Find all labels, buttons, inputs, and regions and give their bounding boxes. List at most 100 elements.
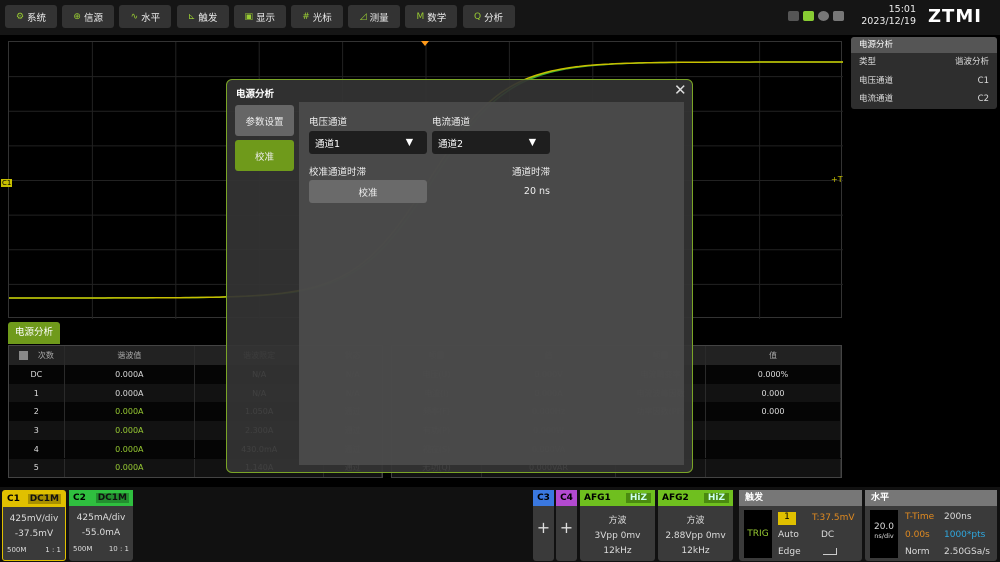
voltage-channel-select[interactable]: 通道1 ▼ xyxy=(309,131,427,154)
column-header: 值 xyxy=(706,346,841,365)
c4-label: C4 xyxy=(556,490,577,506)
summary-row[interactable]: 电流通道 C2 xyxy=(851,90,997,109)
trigger-title: 触发 xyxy=(739,490,862,506)
summary-key: 类型 xyxy=(859,57,877,67)
table-cell: 0.000A xyxy=(65,458,195,478)
channel-C1[interactable]: C1 DC1M 425mV/div -37.5mV 500M 1 : 1 xyxy=(2,490,66,561)
channel-delay-label: 通道时滞 xyxy=(511,167,550,178)
top-toolbar: ⚙ 系统 ⊕ 信源 ∿ 水平 ⊾ 触发 ▣ 显示 # 光标 ◿ 测量 M 数学 Q 分析 15:01 2023/12… xyxy=(0,0,1000,35)
table-cell: 0.000% xyxy=(706,365,841,384)
toolbar-button-0[interactable]: ⚙ 系统 xyxy=(5,5,57,28)
display-icon: ▣ xyxy=(244,11,254,22)
trigger-source: 1 xyxy=(778,512,796,525)
summary-key: 电流通道 xyxy=(859,94,894,104)
horizontal-title: 水平 xyxy=(865,490,997,506)
touch-icon[interactable] xyxy=(833,11,844,21)
table-cell: 2 xyxy=(9,402,65,422)
settings-icon[interactable] xyxy=(18,350,28,360)
table-cell: 0.000A xyxy=(65,421,195,440)
channel-probe: 10 : 1 xyxy=(108,545,129,553)
dialog-content: 电压通道 电流通道 通道1 ▼ 通道2 ▼ 校准通道时滞 通道时滞 校准 20 ns xyxy=(299,102,684,465)
sample-rate: 2.50GSa/s xyxy=(944,547,990,557)
tab-power-analysis[interactable]: 电源分析 xyxy=(8,322,60,344)
channel-C2[interactable]: C2 DC1M 425mA/div -55.0mA 500M 10 : 1 xyxy=(69,490,133,561)
c3-channel-button[interactable]: C3 + xyxy=(533,490,554,561)
date: 2023/12/19 xyxy=(861,16,916,27)
trigger-position-icon[interactable] xyxy=(421,41,429,46)
channel-offset: -55.0mA xyxy=(81,528,121,538)
logo: ZTMI xyxy=(928,6,982,27)
trigger-level-marker[interactable]: +T xyxy=(831,175,843,184)
network-icon[interactable] xyxy=(818,11,829,21)
toolbar-button-6[interactable]: ◿ 测量 xyxy=(348,5,401,28)
trigger-type: Edge xyxy=(778,547,801,557)
trigger-level: T:37.5mV xyxy=(812,513,855,523)
toolbar-button-4[interactable]: ▣ 显示 xyxy=(233,5,286,28)
channel-delay-value: 20 ns xyxy=(523,186,550,197)
tab-calibration[interactable]: 校准 xyxy=(235,140,294,171)
header-text: 谐波值 xyxy=(117,350,142,360)
table-cell: 0.000 xyxy=(706,402,841,422)
horizontal-icon: ∿ xyxy=(130,11,139,22)
table-cell: 0.000 xyxy=(706,383,841,403)
math-icon: M xyxy=(416,11,425,22)
toolbar-button-7[interactable]: M 数学 xyxy=(405,5,458,28)
power-analysis-summary[interactable]: 电源分析 类型 谐波分析 电压通道 C1 电流通道 C2 xyxy=(851,37,997,109)
summary-title: 电源分析 xyxy=(851,37,997,53)
afg-2-panel[interactable]: AFG2 HiZ 方波 2.88Vpp 0mv 12kHz xyxy=(658,490,733,561)
toolbar-label: 测量 xyxy=(369,12,389,24)
afg-name: AFG2 xyxy=(662,493,689,503)
table-cell: 0.000A xyxy=(65,402,195,422)
toolbar-label: 显示 xyxy=(256,12,276,24)
dialog-title: 电源分析 xyxy=(236,89,275,100)
voltage-channel-value: 通道1 xyxy=(315,138,341,150)
acquire-mode: Norm xyxy=(905,547,930,557)
header-text: 次数 xyxy=(37,350,54,360)
c4-channel-button[interactable]: C4 + xyxy=(556,490,577,561)
c1-marker[interactable]: C1 xyxy=(1,179,13,187)
signal-source-icon: ⊕ xyxy=(73,11,81,22)
toolbar-label: 系统 xyxy=(27,12,47,24)
summary-value: C1 xyxy=(977,75,989,86)
calibrate-button[interactable]: 校准 xyxy=(309,180,427,203)
c3-label: C3 xyxy=(533,490,554,506)
afg-1-panel[interactable]: AFG1 HiZ 方波 3Vpp 0mv 12kHz xyxy=(580,490,655,561)
timebase-unit: ns/div xyxy=(874,532,894,540)
toolbar-button-2[interactable]: ∿ 水平 xyxy=(119,5,172,28)
current-channel-value: 通道2 xyxy=(438,138,464,150)
horizontal-offset: 0.00s xyxy=(905,530,930,540)
analysis-icon: Q xyxy=(474,11,482,22)
trigger-panel[interactable]: 触发 TRIG 1 T:37.5mV Auto DC Edge xyxy=(739,490,862,561)
record-length: 1000*pts xyxy=(944,530,986,540)
channel-name: C2 xyxy=(73,493,86,503)
dropdown-arrow-icon: ▼ xyxy=(405,137,413,148)
header-text: 值 xyxy=(769,350,777,360)
screen-icon[interactable] xyxy=(788,11,799,21)
afg-waveform: 方波 xyxy=(608,516,627,526)
horizontal-panel[interactable]: 水平 20.0 ns/div T-Time 200ns 0.00s 1000*pt… xyxy=(865,490,997,561)
summary-row[interactable]: 类型 谐波分析 xyxy=(851,53,997,72)
add-icon: + xyxy=(559,518,574,537)
toolbar-button-5[interactable]: # 光标 xyxy=(291,5,343,28)
summary-row[interactable]: 电压通道 C1 xyxy=(851,72,997,91)
channel-coupling: DC1M xyxy=(27,494,61,504)
close-icon[interactable]: ✕ xyxy=(674,81,687,99)
time: 15:01 xyxy=(888,4,916,15)
measure-icon: ◿ xyxy=(359,11,367,22)
table-cell: 1 xyxy=(9,383,65,403)
ttime-label: T-Time xyxy=(905,512,935,522)
toolbar-label: 信源 xyxy=(83,12,103,24)
trig-status: TRIG xyxy=(744,510,772,558)
tab-parameter-settings[interactable]: 参数设置 xyxy=(235,105,294,136)
usb-icon[interactable] xyxy=(803,11,814,21)
toolbar-button-1[interactable]: ⊕ 信源 xyxy=(62,5,115,28)
table-cell: DC xyxy=(9,365,65,384)
column-header: 谐波值 xyxy=(65,346,195,365)
table-cell: 0.000A xyxy=(65,383,195,403)
table-cell: 0.000A xyxy=(65,365,195,384)
toolbar-button-8[interactable]: Q 分析 xyxy=(462,5,515,28)
table-cell xyxy=(706,439,841,459)
current-channel-select[interactable]: 通道2 ▼ xyxy=(432,131,550,154)
rising-edge-icon xyxy=(823,548,837,555)
toolbar-button-3[interactable]: ⊾ 触发 xyxy=(176,5,229,28)
